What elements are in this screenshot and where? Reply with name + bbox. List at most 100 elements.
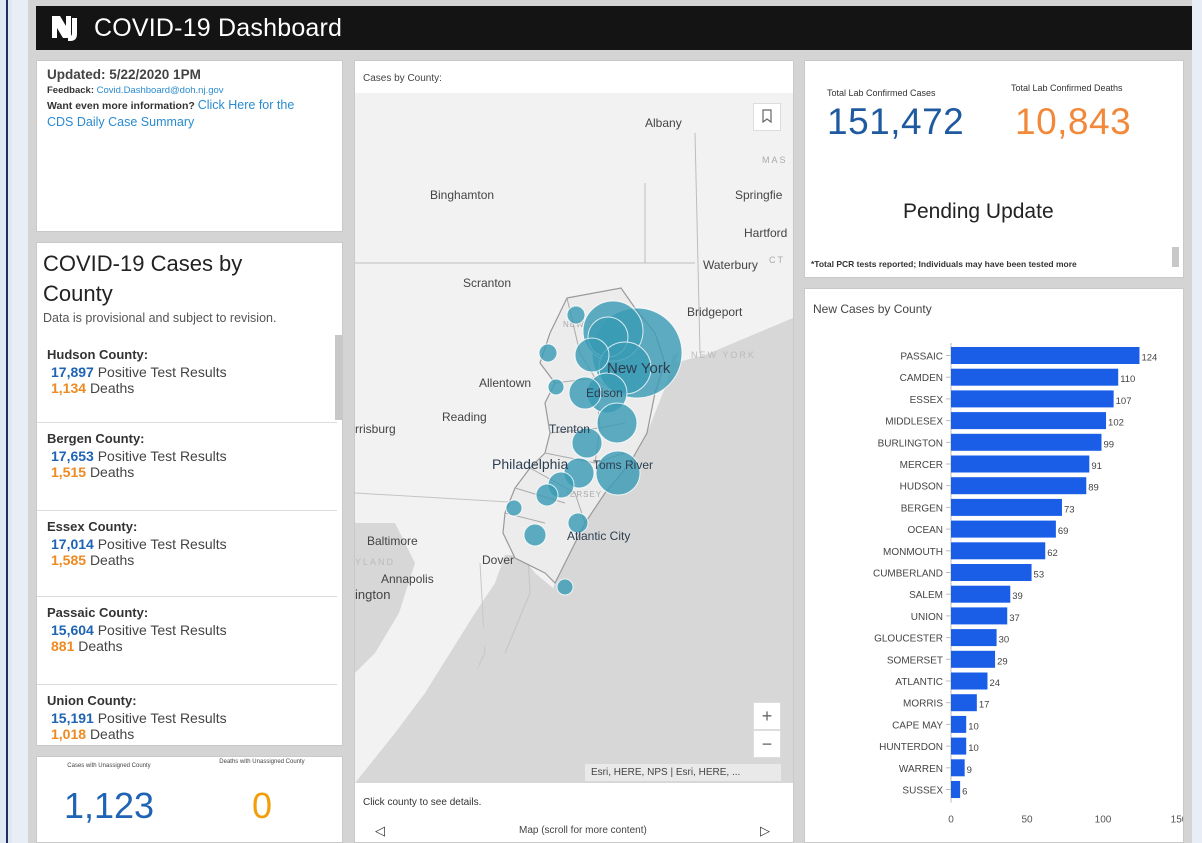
feedback-email-link[interactable]: Covid.Dashboard@doh.nj.gov [97, 85, 224, 96]
zoom-out-button[interactable]: − [753, 730, 781, 758]
county-name: Passaic County: [47, 605, 149, 620]
chart-data-label: 91 [1091, 461, 1102, 472]
chart-bar[interactable] [951, 694, 977, 712]
map-attribution[interactable]: Esri, HERE, NPS | Esri, HERE, ... [585, 764, 781, 781]
map-navigation: ◁ Map (scroll for more content) ▷ [355, 819, 793, 842]
zoom-in-button[interactable]: + [753, 702, 781, 730]
feedback-line: Feedback: Covid.Dashboard@doh.nj.gov [47, 85, 332, 96]
total-deaths-label: Total Lab Confirmed Deaths [1011, 83, 1123, 93]
map-label-allentown: Allentown [479, 376, 531, 390]
chart-bar[interactable] [951, 477, 1087, 495]
map-prev-arrow-icon[interactable]: ◁ [375, 823, 385, 839]
map-label-philadelphia: Philadelphia [492, 456, 568, 472]
bookmark-button[interactable] [753, 103, 781, 131]
chart-bar[interactable] [951, 759, 965, 777]
chart-category-label: CUMBERLAND [873, 569, 943, 580]
chart-category-label: MONMOUTH [883, 547, 943, 558]
chart-x-tick-label: 100 [1095, 815, 1112, 826]
chart-bar[interactable] [951, 737, 967, 755]
chart-bar[interactable] [951, 498, 1062, 516]
map-label-bridgeport: Bridgeport [687, 305, 743, 319]
county-deaths: 1,515 Deaths [51, 464, 135, 480]
pending-update: Pending Update [903, 200, 1054, 223]
map-label-maryland: YLAND [355, 557, 395, 567]
chart-bar[interactable] [951, 520, 1056, 538]
county-item-passaic[interactable]: Passaic County: 15,604 Positive Test Res… [37, 597, 337, 685]
chart-bar[interactable] [951, 368, 1119, 386]
map-label-reading: Reading [442, 410, 487, 424]
cds-summary-link[interactable]: Click Here for the [198, 98, 295, 112]
chart-data-label: 9 [967, 765, 972, 776]
chart-data-label: 17 [979, 700, 990, 711]
county-deaths: 1,134 Deaths [51, 380, 135, 396]
nj-logo-icon [52, 16, 77, 41]
county-positive: 17,653 Positive Test Results [51, 448, 227, 464]
map-label-springfield: Springfie [735, 188, 783, 202]
map-next-arrow-icon[interactable]: ▷ [760, 823, 770, 839]
county-list-subtitle: Data is provisional and subject to revis… [43, 311, 277, 325]
chart-bar[interactable] [951, 672, 988, 690]
chart-bar[interactable] [951, 650, 996, 668]
cds-summary-link-2[interactable]: CDS Daily Case Summary [47, 115, 194, 129]
chart-bar[interactable] [951, 715, 967, 733]
chart-category-label: BURLINGTON [878, 438, 943, 449]
county-title-line2: County [43, 281, 113, 306]
map-panel: Cases by County: Albany MAS Binghamton S… [354, 60, 794, 843]
chart-data-label: 69 [1058, 526, 1069, 537]
info-panel: Updated: 5/22/2020 1PM Feedback: Covid.D… [36, 60, 343, 232]
unassigned-panel: Cases with Unassigned County 1,123 Death… [36, 756, 343, 843]
chart-category-label: CAMDEN [900, 373, 943, 384]
new-cases-title: New Cases by County [813, 302, 932, 316]
chart-data-label: 62 [1047, 548, 1058, 559]
chart-bar[interactable] [951, 455, 1090, 473]
chart-bar[interactable] [951, 542, 1046, 560]
chart-x-tick-label: 150 [1171, 815, 1183, 826]
total-cases-value: 151,472 [827, 101, 965, 142]
bookmark-icon [762, 109, 772, 124]
totals-scrollbar[interactable] [1172, 247, 1179, 267]
county-list-title: COVID-19 Cases by County [37, 243, 342, 309]
county-item-hudson[interactable]: Hudson County: 17,897 Positive Test Resu… [37, 339, 337, 423]
map-label-binghamton: Binghamton [430, 188, 494, 202]
county-item-bergen[interactable]: Bergen County: 17,653 Positive Test Resu… [37, 423, 337, 511]
chart-category-label: UNION [911, 612, 943, 623]
chart-bar[interactable] [951, 629, 997, 647]
chart-bar[interactable] [951, 390, 1114, 408]
map-label-harrisburg: rrisburg [355, 422, 396, 436]
chart-category-label: GLOUCESTER [874, 634, 943, 645]
chart-bar[interactable] [951, 433, 1102, 451]
chart-data-label: 6 [962, 787, 967, 798]
county-name: Union County: [47, 693, 137, 708]
chart-bar[interactable] [951, 564, 1032, 581]
chart-data-label: 107 [1116, 396, 1132, 407]
county-item-essex[interactable]: Essex County: 17,014 Positive Test Resul… [37, 511, 337, 597]
chart-category-label: BERGEN [901, 503, 943, 514]
chart-data-label: 30 [999, 635, 1010, 646]
page-title: COVID-19 Dashboard [94, 13, 343, 42]
chart-category-label: CAPE MAY [892, 720, 943, 731]
map-label-albany: Albany [645, 116, 682, 130]
map-label-dover: Dover [482, 553, 514, 567]
county-item-union[interactable]: Union County: 15,191 Positive Test Resul… [37, 685, 337, 745]
new-cases-panel: PASSAIC 124 CAMDEN 110 ESSEX 107 MIDDLESEX 102 B… [804, 288, 1184, 843]
chart-data-label: 110 [1120, 374, 1135, 385]
unassigned-cases-value: 1,123 [63, 785, 155, 826]
map-canvas[interactable]: Albany MAS Binghamton Springfie Hartford… [355, 93, 793, 783]
chart-bar[interactable] [951, 781, 961, 798]
map-label-scranton: Scranton [463, 276, 511, 290]
county-positive: 15,191 Positive Test Results [51, 710, 227, 726]
more-info: Want even more information? Click Here f… [47, 97, 332, 131]
map-label-hartford: Hartford [744, 226, 787, 240]
map-label-new-york-city: New York [607, 360, 671, 377]
chart-category-label: MORRIS [903, 699, 943, 710]
chart-data-label: 99 [1103, 439, 1114, 450]
chart-category-label: WARREN [899, 764, 943, 775]
map-label-new-york-state: NEW YORK [691, 350, 756, 360]
chart-bar[interactable] [951, 585, 1011, 603]
chart-bar[interactable] [951, 347, 1140, 364]
chart-bar[interactable] [951, 412, 1107, 430]
county-deaths: 1,585 Deaths [51, 552, 135, 568]
chart-bar[interactable] [951, 607, 1008, 625]
chart-category-label: MERCER [900, 460, 943, 471]
map-label-annapolis: Annapolis [381, 572, 434, 586]
